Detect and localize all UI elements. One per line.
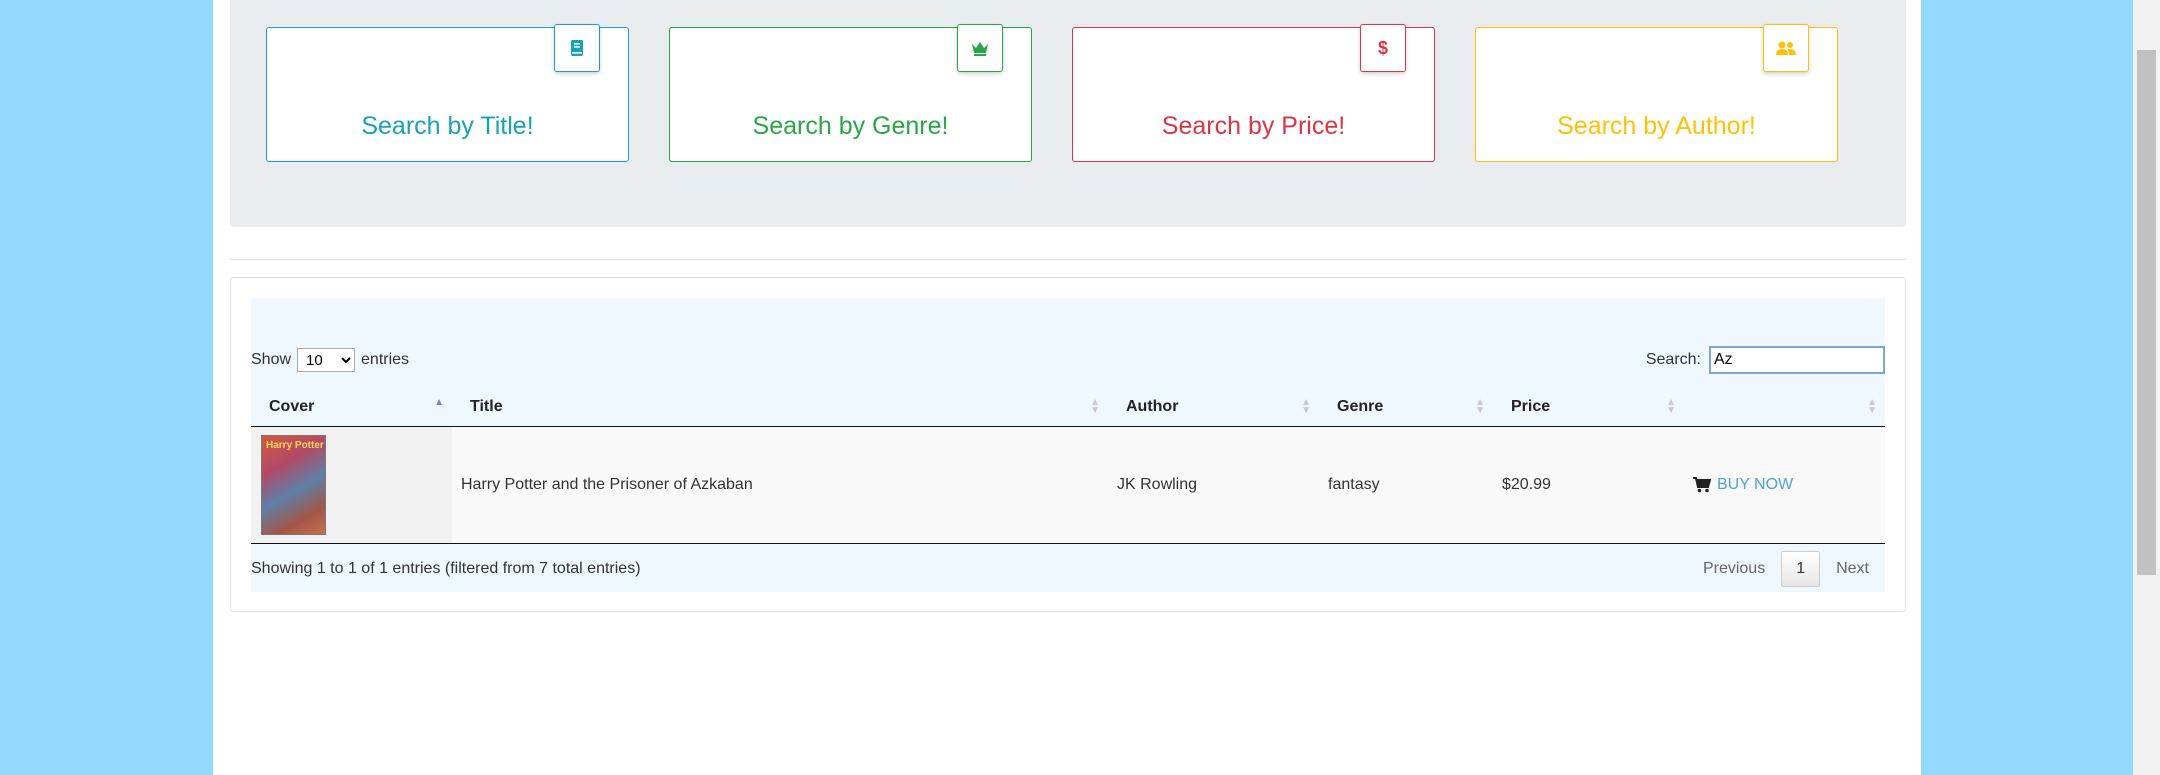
pagination: Previous 1 Next (1687, 551, 1885, 587)
price-cell: $20.99 (1493, 426, 1684, 544)
cart-icon (1693, 477, 1711, 493)
sort-icon: ▲ ▼ (1090, 397, 1100, 416)
buy-now-label: BUY NOW (1717, 476, 1794, 493)
next-page-button[interactable]: Next (1820, 552, 1885, 586)
table-search: Search: (1646, 346, 1885, 374)
action-cell: BUY NOW (1684, 426, 1885, 544)
book-icon (571, 40, 583, 56)
search-by-title-label: Search by Title! (361, 112, 534, 140)
column-cover-label: Cover (269, 398, 315, 415)
table-header-row: Cover ▲ Title ▲ ▼ Author ▲ ▼ Genre ▲ ▼ Price ▲ ▼ … (251, 388, 1885, 427)
table-info: Showing 1 to 1 of 1 entries (filtered fr… (251, 560, 641, 577)
search-options-panel: Search by Title! Search by Genre! $ Sear… (230, 0, 1906, 227)
length-suffix: entries (361, 351, 410, 368)
buy-now-link[interactable]: BUY NOW (1693, 476, 1876, 494)
sort-icon: ▲ ▼ (1867, 397, 1877, 416)
sort-ascending-icon: ▲ (434, 397, 444, 408)
column-header-price[interactable]: Price ▲ ▼ (1493, 388, 1684, 427)
cover-cell: Harry Potter (251, 426, 452, 544)
table-row: Harry Potter Harry Potter and the Prison… (251, 426, 1885, 544)
users-icon (1776, 41, 1796, 55)
crown-icon-box (957, 24, 1003, 72)
search-by-price-card[interactable]: $ Search by Price! (1072, 24, 1435, 162)
scrollbar-thumb[interactable] (2137, 50, 2156, 575)
column-genre-label: Genre (1337, 398, 1384, 415)
column-header-author[interactable]: Author ▲ ▼ (1108, 388, 1319, 427)
search-by-price-label: Search by Price! (1161, 112, 1346, 140)
title-cell: Harry Potter and the Prisoner of Azkaban (452, 426, 1108, 544)
search-label: Search: (1645, 351, 1701, 368)
column-price-label: Price (1511, 398, 1551, 415)
search-by-genre-label: Search by Genre! (752, 112, 949, 140)
sort-icon: ▲ ▼ (1301, 397, 1311, 416)
search-by-author-card[interactable]: Search by Author! (1475, 24, 1838, 162)
column-header-title[interactable]: Title ▲ ▼ (452, 388, 1108, 427)
crown-icon (972, 42, 988, 56)
length-prefix: Show (251, 351, 292, 368)
book-cover-image: Harry Potter (261, 435, 326, 535)
sort-icon: ▲ ▼ (1475, 397, 1485, 416)
search-by-author-label: Search by Author! (1557, 112, 1756, 140)
books-datatable: Show 10 entries Search: Cover ▲ Title ▲▼ A… (251, 298, 1885, 592)
column-author-label: Author (1126, 398, 1179, 415)
divider (230, 259, 1906, 260)
column-header-cover[interactable]: Cover ▲ (251, 388, 452, 427)
sort-icon: ▲ ▼ (1666, 397, 1676, 416)
dollar-icon: $ (1377, 37, 1388, 58)
column-title-label: Title (470, 398, 503, 415)
dollar-icon-box: $ (1360, 24, 1406, 72)
column-header-action[interactable]: ▲ ▼ (1684, 388, 1885, 427)
current-page-button[interactable]: 1 (1781, 551, 1821, 587)
books-table: Cover ▲ Title ▲ ▼ Author ▲ ▼ Genre ▲ ▼ Price ▲ ▼ … (251, 388, 1885, 544)
search-by-title-card[interactable]: Search by Title! (266, 24, 629, 162)
search-input[interactable] (1709, 346, 1885, 374)
users-icon-box (1763, 24, 1809, 72)
entries-length-control: Show 10 entries (251, 348, 409, 372)
previous-page-button[interactable]: Previous (1687, 552, 1781, 586)
column-header-genre[interactable]: Genre ▲ ▼ (1319, 388, 1493, 427)
cover-text: Harry Potter (266, 440, 324, 451)
entries-select[interactable]: 10 (297, 348, 356, 372)
author-cell: JK Rowling (1108, 426, 1319, 544)
genre-cell: fantasy (1319, 426, 1493, 544)
books-table-panel: Show 10 entries Search: Cover ▲ Title ▲▼ A… (230, 277, 1906, 612)
book-icon-box (554, 24, 600, 72)
search-by-genre-card[interactable]: Search by Genre! (669, 24, 1032, 162)
page-container: Search by Title! Search by Genre! $ Sear… (213, 0, 1921, 775)
vertical-scrollbar[interactable] (2133, 0, 2160, 775)
